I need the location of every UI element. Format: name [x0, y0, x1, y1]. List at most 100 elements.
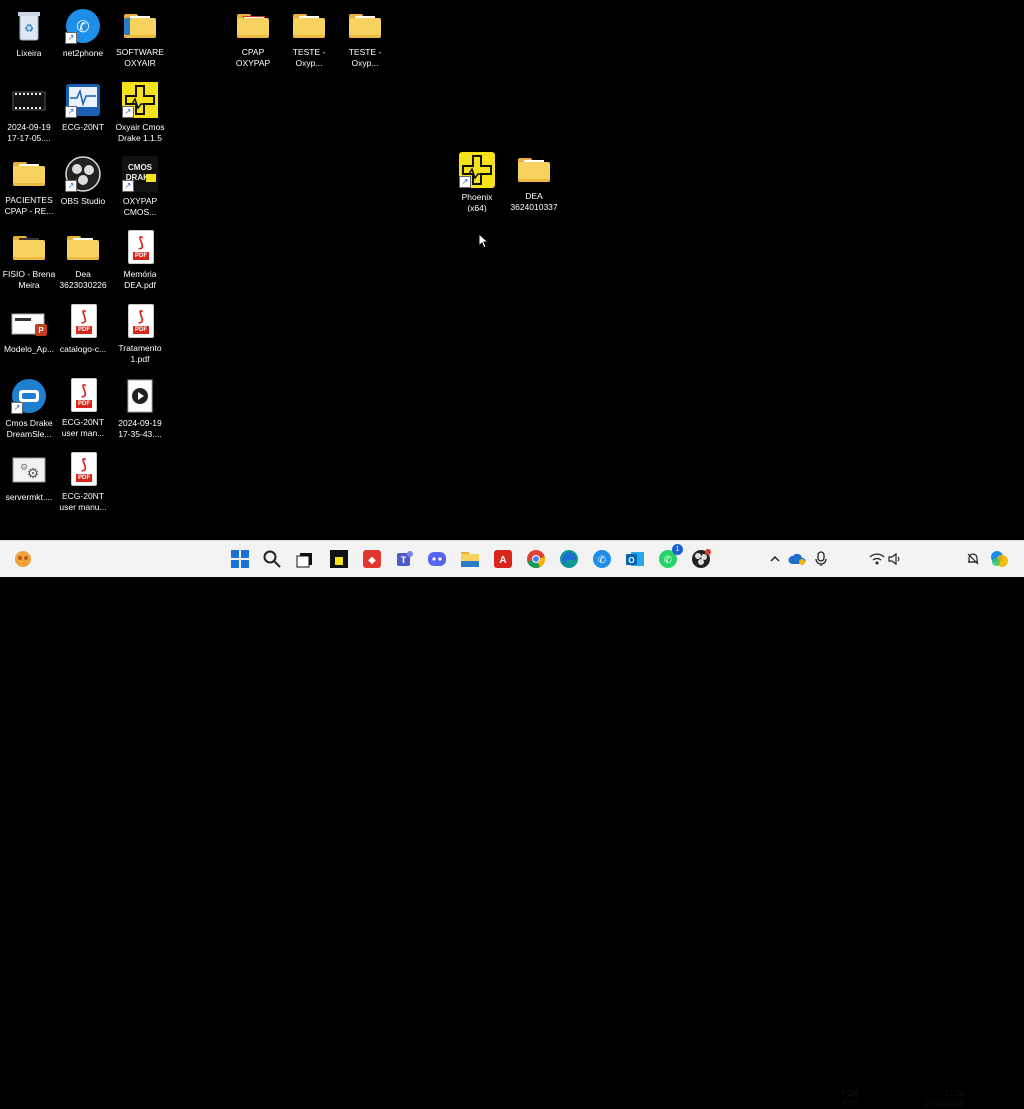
desktop-icon-obs[interactable]: ↗ OBS Studio	[54, 152, 112, 216]
obs-icon[interactable]	[690, 548, 712, 570]
desktop-icon-teste-2[interactable]: TESTE - Oxyp...	[336, 4, 394, 68]
desktop-icon-label: ECG-20NT user man...	[61, 416, 105, 438]
shortcut-arrow-icon: ↗	[65, 106, 77, 118]
onedrive-icon[interactable]	[786, 548, 808, 570]
desktop-icon-video-2[interactable]: 2024-09-19 17-35-43....	[111, 374, 169, 438]
teams-icon[interactable]: T	[393, 548, 415, 570]
net2phone-icon: ✆ ↗	[65, 8, 101, 44]
folder-icon	[65, 230, 101, 265]
desktop-icon-label: PACIENTES CPAP - RE...	[4, 194, 54, 216]
desktop-icon-servermkt[interactable]: ⚙ ⚙ servermkt....	[0, 448, 58, 512]
video-file-icon	[122, 378, 158, 414]
windows-start-icon[interactable]	[229, 548, 251, 570]
clock-time: 17:36	[943, 1089, 964, 1098]
pdf-icon: ⟆ PDF	[65, 378, 101, 413]
desktop-icon-net2phone[interactable]: ✆ ↗ net2phone	[54, 4, 112, 68]
folder-icon	[122, 8, 158, 43]
discord-icon[interactable]	[426, 548, 448, 570]
svg-text:CMOS: CMOS	[128, 163, 153, 172]
settings-file-icon: ⚙ ⚙	[11, 452, 47, 488]
language-code: POR	[841, 1089, 859, 1098]
phoenix-app-icon: ↗	[459, 152, 495, 188]
language-indicator[interactable]: POR PTB	[836, 1089, 864, 1109]
chrome-icon[interactable]	[525, 548, 547, 570]
desktop-icon-modelo[interactable]: P Modelo_Ap...	[0, 300, 58, 364]
taskbar: ◆ T A ✆ O ✆ 1 POR PTB 17:36 19/09/2024	[0, 540, 1024, 1108]
desktop-icon-dea-3624[interactable]: DEA 3624010337	[505, 148, 563, 212]
shortcut-arrow-icon: ↗	[122, 180, 134, 192]
desktop-icon-dea-folder[interactable]: Dea 3623030226	[54, 226, 112, 290]
desktop-icon-cmos-drake[interactable]: ↗ Cmos Drake DreamSle...	[0, 374, 58, 438]
notification-badge: 1	[672, 544, 683, 555]
desktop-icon-lixeira[interactable]: ♻ Lixeira	[0, 4, 58, 68]
acrobat-icon[interactable]: A	[492, 548, 514, 570]
pdf-icon: ⟆ PDF	[65, 304, 101, 340]
search-icon[interactable]	[261, 548, 283, 570]
desktop-icon-fisio[interactable]: FISIO - Brena Meira	[0, 226, 58, 290]
svg-text:A: A	[499, 555, 506, 566]
oxyair-app-icon: ↗	[122, 82, 158, 118]
copilot-icon[interactable]	[988, 548, 1010, 570]
desktop-icon-label: Phoenix (x64)	[461, 192, 493, 212]
svg-text:◆: ◆	[368, 555, 376, 566]
desktop-icon-ecg[interactable]: ↗ ECG-20NT	[54, 78, 112, 142]
desktop-icon-catalogo[interactable]: ⟆ PDF catalogo-c...	[54, 300, 112, 364]
recycle-bin-icon: ♻	[11, 8, 47, 44]
folder-icon	[11, 230, 47, 265]
svg-text:⚙: ⚙	[27, 465, 40, 481]
widgets-icon[interactable]	[12, 548, 34, 570]
outlook-icon[interactable]: O	[624, 548, 646, 570]
svg-text:P: P	[38, 326, 44, 335]
desktop-icon-teste-1[interactable]: TESTE - Oxyp...	[280, 4, 338, 68]
remote-app-icon[interactable]: ◆	[361, 548, 383, 570]
edge-icon[interactable]	[558, 548, 580, 570]
svg-text:⚙: ⚙	[20, 462, 28, 472]
whatsapp-icon[interactable]: ✆ 1	[657, 544, 683, 570]
desktop-icon-label: catalogo-c...	[59, 344, 107, 354]
desktop-icon-oxyair-cmos[interactable]: ↗ Oxyair Cmos Drake 1.1.5	[111, 78, 169, 142]
desktop-icon-memoria-dea[interactable]: ⟆ PDF Memória DEA.pdf	[111, 226, 169, 290]
chevron-up-icon[interactable]	[764, 548, 786, 570]
desktop-icon-label: ECG-20NT user manu...	[59, 490, 107, 512]
desktop-icon-tratamento[interactable]: ⟆ PDF Tratamento 1.pdf	[111, 300, 169, 364]
folder-icon	[347, 8, 383, 43]
shortcut-arrow-icon: ↗	[65, 32, 77, 44]
desktop-icon-label: net2phone	[62, 48, 104, 58]
desktop-icon-label: Dea 3623030226	[59, 268, 107, 290]
svg-text:✆: ✆	[76, 19, 89, 36]
desktop-icon-ecg-manual-1[interactable]: ⟆ PDF ECG-20NT user man...	[54, 374, 112, 438]
desktop-icon-software-oxyair[interactable]: SOFTWARE OXYAIR	[111, 4, 169, 68]
net2phone-icon[interactable]: ✆	[591, 548, 613, 570]
obs-icon: ↗	[65, 156, 101, 192]
desktop-icon-label: OBS Studio	[60, 196, 106, 206]
volume-icon[interactable]	[884, 548, 906, 570]
microphone-icon[interactable]	[810, 548, 832, 570]
desktop-icon-label: Oxyair Cmos Drake 1.1.5	[115, 122, 165, 142]
desktop-icon-label: ECG-20NT	[61, 122, 105, 132]
desktop-icon-label: 2024-09-19 17-17-05....	[7, 122, 51, 142]
desktop-icon-pacientes[interactable]: PACIENTES CPAP - RE...	[0, 152, 58, 216]
app-pin-icon[interactable]	[328, 548, 350, 570]
shortcut-arrow-icon: ↗	[65, 180, 77, 192]
svg-text:T: T	[401, 555, 407, 565]
desktop-icon-label: FISIO - Brena Meira	[2, 268, 56, 290]
desktop-icon-ecg-manual-2[interactable]: ⟆ PDF ECG-20NT user manu...	[54, 448, 112, 512]
shortcut-arrow-icon: ↗	[11, 402, 23, 414]
notification-bell-icon[interactable]	[962, 548, 984, 570]
cmos-dreamsleep-icon: ↗	[11, 378, 47, 414]
svg-text:✆: ✆	[664, 555, 672, 566]
desktop-icon-label: CPAP OXYPAP	[235, 46, 271, 68]
desktop-icon-video-1[interactable]: 2024-09-19 17-17-05....	[0, 78, 58, 142]
folder-icon	[516, 152, 552, 187]
desktop-icon-phoenix[interactable]: ↗ Phoenix (x64)	[448, 148, 506, 212]
desktop-icon-label: OXYPAP CMOS...	[122, 196, 158, 216]
desktop-icon-cpap-oxypap[interactable]: CPAP OXYPAP	[224, 4, 282, 68]
desktop: ♻ Lixeira 2024-09-19 17-17-05.... PACIEN…	[0, 0, 1024, 540]
task-view-icon[interactable]	[294, 548, 316, 570]
desktop-icon-oxypap-cmos[interactable]: CMOS DRAKE ↗ OXYPAP CMOS...	[111, 152, 169, 216]
clock[interactable]: 17:36 19/09/2024	[908, 1089, 964, 1109]
keyboard-layout: PTB	[842, 1099, 858, 1108]
file-explorer-icon[interactable]	[459, 548, 481, 570]
video-file-icon	[11, 82, 47, 118]
ecg-app-icon: ↗	[65, 82, 101, 118]
